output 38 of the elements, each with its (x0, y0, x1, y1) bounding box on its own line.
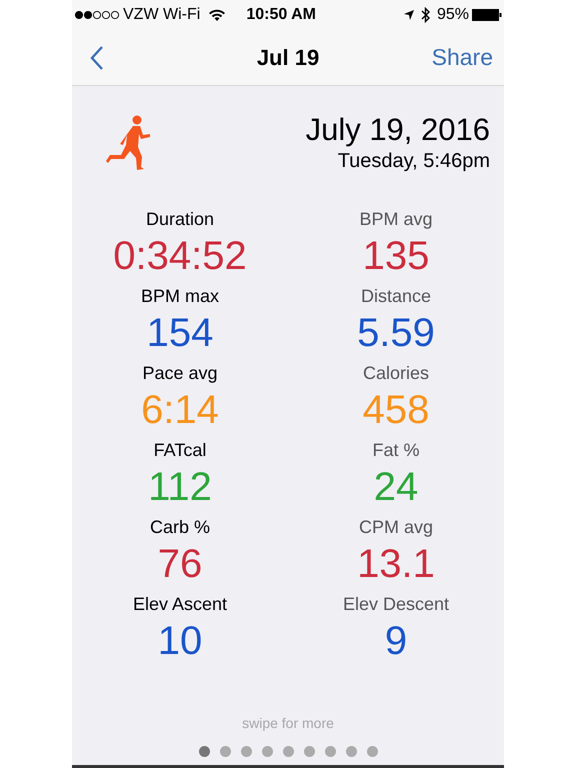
metric-value: 13.1 (357, 541, 435, 588)
share-button[interactable]: Share (432, 40, 493, 75)
metric-value: 10 (158, 618, 202, 665)
metric-label: BPM max (140, 285, 219, 307)
metric-value: 458 (362, 387, 430, 434)
workout-time: Tuesday, 5:46pm (338, 149, 490, 174)
metric-value: 154 (146, 310, 214, 357)
battery-percent: 95% (436, 5, 469, 25)
metric-value: 76 (158, 541, 202, 588)
metric-value: 5.59 (357, 310, 435, 357)
location-arrow-icon (402, 9, 415, 21)
metric-label: Pace avg (142, 362, 218, 384)
battery-icon (472, 9, 502, 21)
metric-value: 9 (384, 618, 408, 665)
metric-value: 24 (374, 464, 418, 511)
swipe-hint: swipe for more (242, 714, 334, 733)
metric-label: Elev Ascent (132, 593, 228, 615)
metric-label: Calories (362, 362, 430, 384)
metric-label: Elev Descent (342, 593, 450, 615)
metric-value: 6:14 (141, 387, 219, 434)
runner-icon (106, 115, 152, 171)
metric-label: BPM avg (359, 208, 433, 230)
metric-label: Duration (146, 208, 214, 230)
metric-value: 0:34:52 (113, 233, 247, 280)
metric-label: CPM avg (358, 516, 434, 538)
signal-icon (74, 10, 120, 20)
wifi-icon (208, 8, 226, 22)
workout-date: July 19, 2016 (306, 112, 490, 148)
metric-label: Fat % (372, 439, 420, 461)
metric-label: Carb % (150, 516, 210, 538)
metric-value: 135 (362, 233, 430, 280)
status-time: 10:50 AM (246, 5, 316, 25)
metric-value: 112 (148, 464, 212, 511)
bluetooth-icon (420, 7, 431, 23)
metric-label: Distance (360, 285, 432, 307)
carrier-name: VZW Wi-Fi (123, 5, 200, 25)
metric-label: FATcal (154, 439, 206, 461)
nav-title: Jul 19 (256, 44, 320, 72)
